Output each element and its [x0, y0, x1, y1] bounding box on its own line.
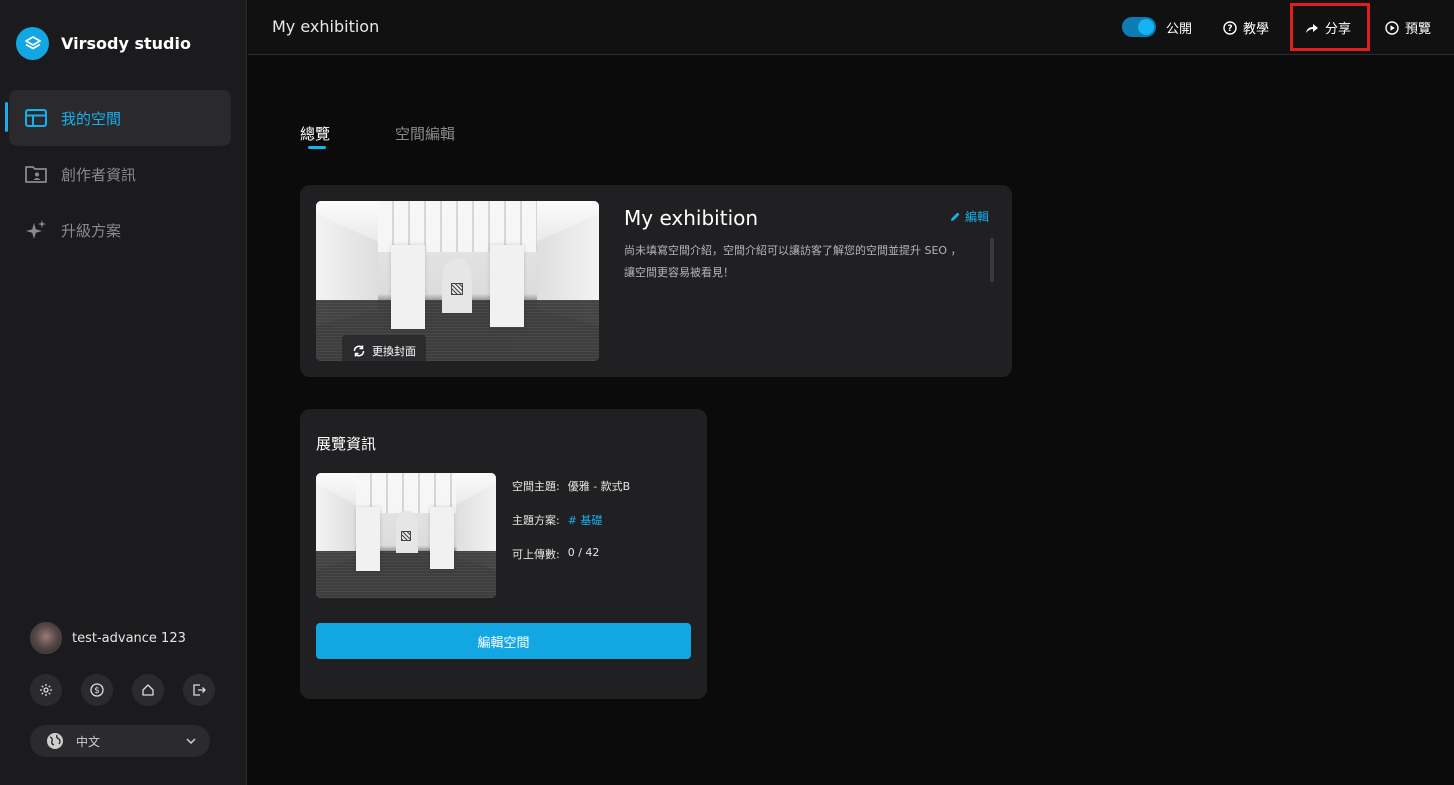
- edit-space-button[interactable]: 編輯空間: [316, 623, 691, 659]
- highlight-box: [1290, 3, 1370, 51]
- tab-space-edit[interactable]: 空間編輯: [395, 123, 455, 144]
- brand-logo-icon: [16, 27, 49, 60]
- globe-icon: [47, 733, 63, 749]
- space-title: My exhibition: [624, 206, 759, 230]
- user-name: test-advance 123: [72, 630, 186, 646]
- home-button[interactable]: [132, 674, 164, 706]
- cover-image: 更換封面: [316, 201, 599, 361]
- tab-overview[interactable]: 總覽: [300, 123, 330, 144]
- language-label: 中文: [76, 734, 101, 749]
- settings-icon: [40, 684, 52, 696]
- dollar-icon: $: [90, 683, 104, 697]
- sidebar-item-my-space[interactable]: 我的空間: [5, 90, 231, 146]
- edit-label: 編輯: [965, 210, 990, 224]
- sidebar-item-label: 創作者資訊: [61, 165, 137, 184]
- sidebar-item-upgrade[interactable]: 升級方案: [9, 202, 231, 258]
- sidebar: Virsody studio 我的空間 創作者資訊 升級方案 test-adva…: [0, 0, 247, 785]
- preview-label: 預覽: [1405, 22, 1432, 37]
- brand-name: Virsody studio: [61, 34, 191, 53]
- topbar: My exhibition 公開 ? 教學 分享 預覽: [248, 0, 1454, 55]
- edit-description-button[interactable]: 編輯: [950, 208, 989, 225]
- tutorial-label: 教學: [1243, 22, 1270, 37]
- description-scrollbar[interactable]: [990, 238, 994, 282]
- theme-image: [316, 473, 496, 598]
- home-icon: [142, 684, 154, 696]
- exhibition-info-card: 展覽資訊 空間主題: 優雅 - 款式B 主題方案: # 基礎 可上傳數: 0 /…: [300, 409, 707, 699]
- plan-row: 主題方案: # 基礎: [512, 512, 602, 528]
- sidebar-item-creator-info[interactable]: 創作者資訊: [9, 146, 231, 202]
- public-toggle[interactable]: [1122, 17, 1156, 37]
- toggle-knob: [1138, 19, 1154, 35]
- theme-row: 空間主題: 優雅 - 款式B: [512, 478, 630, 494]
- folder-user-icon: [25, 163, 47, 185]
- chevron-down-icon: [186, 738, 196, 744]
- sidebar-item-label: 升級方案: [61, 221, 122, 240]
- sidebar-actions: $: [30, 674, 215, 706]
- overview-card: 更換封面 My exhibition 編輯 尚未填寫空間介紹，空間介紹可以讓訪客…: [300, 185, 1012, 377]
- settings-button[interactable]: [30, 674, 62, 706]
- logout-button[interactable]: [183, 674, 215, 706]
- tab-underline: [308, 146, 326, 149]
- theme-value: 優雅 - 款式B: [567, 480, 631, 493]
- svg-text:?: ?: [1227, 24, 1232, 34]
- logout-icon: [193, 684, 206, 696]
- page-title: My exhibition: [272, 17, 380, 36]
- upload-value: 0 / 42: [567, 546, 600, 559]
- pencil-icon: [951, 212, 960, 221]
- user-profile[interactable]: test-advance 123: [30, 622, 186, 654]
- tutorial-button[interactable]: ? 教學: [1223, 18, 1269, 37]
- plan-label: 主題方案:: [512, 514, 560, 527]
- billing-button[interactable]: $: [81, 674, 113, 706]
- help-circle-icon: ?: [1223, 20, 1237, 35]
- space-description: 尚未填寫空間介紹，空間介紹可以讓訪客了解您的空間並提升 SEO ，讓空間更容易被…: [624, 244, 962, 279]
- refresh-icon: [353, 345, 365, 356]
- svg-text:$: $: [94, 686, 100, 696]
- upload-row: 可上傳數: 0 / 42: [512, 546, 599, 562]
- upload-label: 可上傳數:: [512, 548, 560, 561]
- language-select[interactable]: 中文: [30, 725, 210, 757]
- avatar: [30, 622, 62, 654]
- sidebar-item-label: 我的空間: [61, 109, 122, 128]
- exhibition-info-title: 展覽資訊: [316, 435, 377, 453]
- change-cover-label: 更換封面: [372, 344, 416, 358]
- brand[interactable]: Virsody studio: [16, 27, 191, 60]
- change-cover-button[interactable]: 更換封面: [342, 335, 426, 361]
- layout-icon: [25, 107, 47, 129]
- sparkles-icon: [25, 219, 47, 241]
- preview-button[interactable]: 預覽: [1385, 18, 1431, 37]
- plan-value-link[interactable]: # 基礎: [568, 512, 603, 528]
- theme-label: 空間主題:: [512, 480, 560, 493]
- play-circle-icon: [1385, 20, 1399, 35]
- public-label: 公開: [1166, 22, 1193, 37]
